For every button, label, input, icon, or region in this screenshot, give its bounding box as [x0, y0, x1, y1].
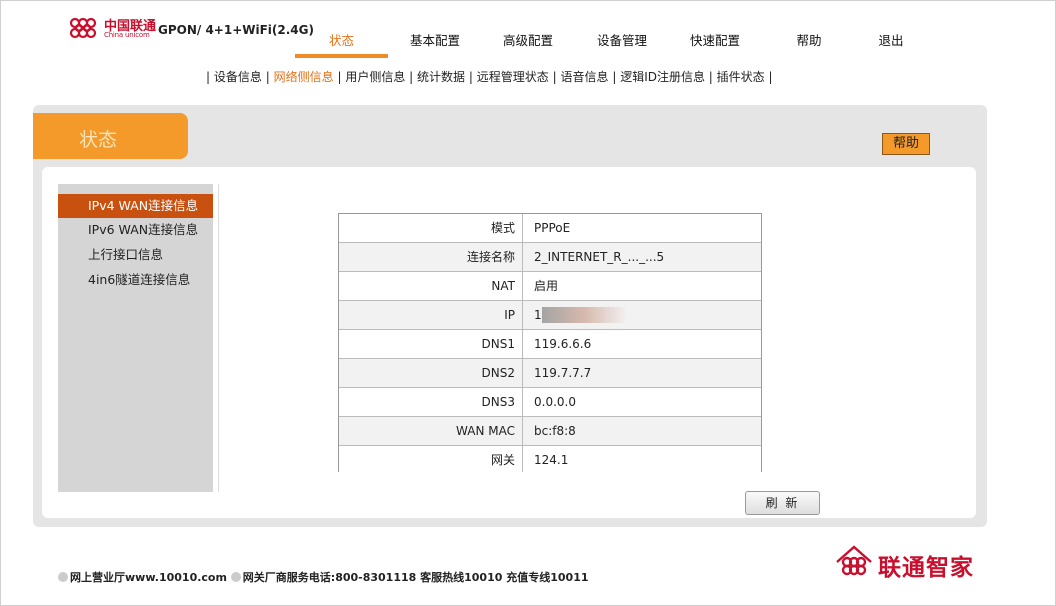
- nav-logout[interactable]: 退出: [865, 28, 917, 58]
- footer-hotline: 网关厂商服务电话:800-8301118 客服热线10010 充值专线10011: [242, 571, 589, 584]
- nav-help[interactable]: 帮助: [782, 28, 836, 58]
- field-label: 连接名称: [339, 243, 523, 271]
- separator: |: [265, 70, 270, 84]
- nav-quick-config[interactable]: 快速配置: [675, 28, 755, 58]
- logo-subtext: China unicom: [104, 31, 150, 39]
- table-row: 连接名称 2_INTERNET_R_..._...5: [339, 243, 761, 272]
- nav-device-management[interactable]: 设备管理: [582, 28, 662, 58]
- field-value: PPPoE: [534, 221, 571, 235]
- field-label: NAT: [339, 272, 523, 300]
- sidebar-item-uplink[interactable]: 上行接口信息: [58, 243, 213, 267]
- separator: |: [206, 70, 211, 84]
- table-row: 模式 PPPoE: [339, 214, 761, 243]
- redacted-region: [542, 307, 627, 323]
- subnav-network-side-info[interactable]: 网络侧信息: [274, 70, 334, 84]
- table-row: DNS1 119.6.6.6: [339, 330, 761, 359]
- bullet-icon: [58, 572, 68, 582]
- active-tab-underline: [295, 54, 388, 58]
- field-label: WAN MAC: [339, 417, 523, 445]
- field-value: 119.7.7.7: [534, 366, 592, 380]
- separator: |: [708, 70, 713, 84]
- help-button[interactable]: 帮助: [882, 133, 930, 155]
- subnav-device-info[interactable]: 设备信息: [214, 70, 262, 84]
- panel-title: 状态: [79, 129, 118, 151]
- sub-nav: | 设备信息 | 网络侧信息 | 用户侧信息 | 统计数据 | 远程管理状态 |…: [206, 68, 773, 88]
- field-value: 124.1: [534, 453, 569, 467]
- field-value: 1: [534, 308, 542, 322]
- separator: |: [337, 70, 342, 84]
- nav-basic-config[interactable]: 基本配置: [395, 28, 475, 58]
- field-label: DNS2: [339, 359, 523, 387]
- sidebar: IPv4 WAN连接信息 IPv6 WAN连接信息 上行接口信息 4in6隧道连…: [58, 184, 213, 492]
- sidebar-item-4in6-tunnel[interactable]: 4in6隧道连接信息: [58, 268, 213, 292]
- table-row: WAN MAC bc:f8:8: [339, 417, 761, 446]
- field-value: 启用: [534, 279, 559, 293]
- footer: 网上营业厅www.10010.com 网关厂商服务电话:800-8301118 …: [58, 569, 589, 585]
- separator: |: [409, 70, 414, 84]
- field-label: 模式: [339, 214, 523, 242]
- nav-label: 状态: [328, 33, 354, 48]
- separator: |: [612, 70, 617, 84]
- subnav-statistics[interactable]: 统计数据: [417, 70, 465, 84]
- table-row: IP 1: [339, 301, 761, 330]
- separator: |: [552, 70, 557, 84]
- table-row: DNS3 0.0.0.0: [339, 388, 761, 417]
- panel-title-tab: 状态: [33, 113, 188, 159]
- subnav-plugin-status[interactable]: 插件状态: [717, 70, 765, 84]
- subnav-user-side-info[interactable]: 用户侧信息: [345, 70, 405, 84]
- field-value: bc:f8:8: [534, 424, 576, 438]
- brand-text: 联通智家: [878, 555, 974, 581]
- field-label: DNS3: [339, 388, 523, 416]
- table-row: NAT 启用: [339, 272, 761, 301]
- subnav-voice-info[interactable]: 语音信息: [560, 70, 608, 84]
- separator: |: [768, 70, 773, 84]
- sidebar-item-ipv4-wan[interactable]: IPv4 WAN连接信息: [58, 194, 213, 218]
- divider: [218, 184, 219, 492]
- wan-info-table: 模式 PPPoE 连接名称 2_INTERNET_R_..._...5 NAT …: [338, 213, 762, 472]
- footer-online-hall: 网上营业厅www.10010.com: [70, 571, 227, 584]
- field-label: DNS1: [339, 330, 523, 358]
- field-label: IP: [339, 301, 523, 329]
- separator: |: [468, 70, 473, 84]
- sidebar-item-ipv6-wan[interactable]: IPv6 WAN连接信息: [58, 218, 213, 242]
- nav-status[interactable]: 状态: [295, 28, 388, 58]
- subnav-logical-id[interactable]: 逻辑ID注册信息: [620, 70, 705, 84]
- table-row: 网关 124.1: [339, 446, 761, 472]
- bullet-icon: [230, 572, 241, 582]
- refresh-button[interactable]: 刷 新: [745, 491, 820, 515]
- field-value: 119.6.6.6: [534, 337, 592, 351]
- device-model: GPON/ 4+1+WiFi(2.4G): [158, 23, 314, 37]
- field-label: 网关: [339, 446, 523, 472]
- field-value: 2_INTERNET_R_..._...5: [534, 250, 665, 264]
- field-value: 0.0.0.0: [534, 395, 576, 409]
- table-row: DNS2 119.7.7.7: [339, 359, 761, 388]
- nav-advanced-config[interactable]: 高级配置: [488, 28, 568, 58]
- subnav-remote-management[interactable]: 远程管理状态: [477, 70, 549, 84]
